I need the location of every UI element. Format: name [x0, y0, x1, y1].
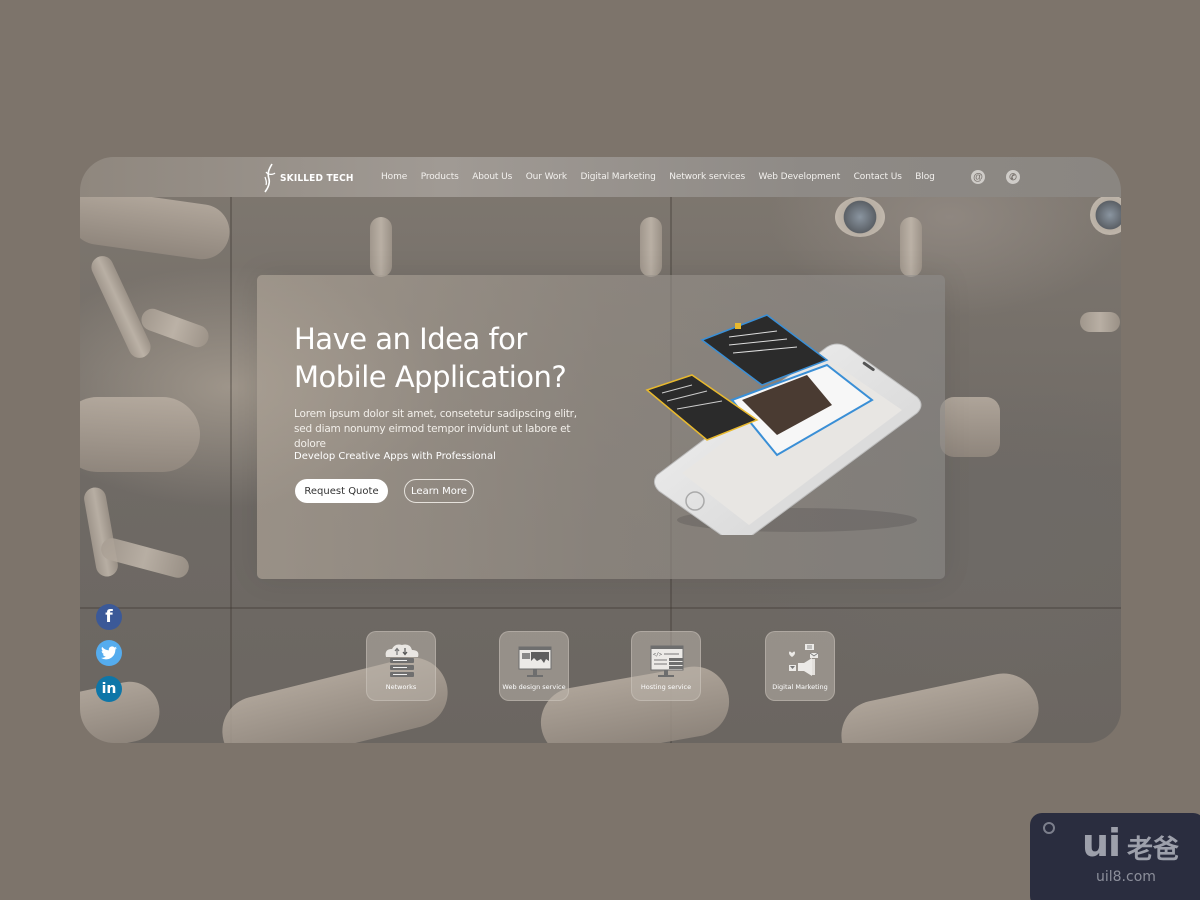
nav-link-blog[interactable]: Blog	[915, 172, 935, 182]
security-camera-bg	[80, 676, 166, 743]
camera-lens-bg	[835, 197, 885, 237]
nav-link-contact-us[interactable]: Contact Us	[854, 172, 902, 182]
logo-mark-icon	[264, 163, 276, 193]
camera-arm-bg	[87, 252, 155, 362]
twitter-button[interactable]	[96, 640, 122, 666]
service-label: Digital Marketing	[772, 683, 828, 691]
service-tile-networks[interactable]: Networks	[366, 631, 436, 701]
watermark-cn-text: 老爸	[1127, 834, 1180, 864]
brand-name: SKILLED TECH	[280, 172, 354, 184]
camera-arm-bg	[82, 485, 120, 579]
camera-arm-bg	[640, 217, 662, 277]
security-camera-bg	[940, 397, 1000, 457]
notification-badge	[735, 323, 741, 329]
nav-link-our-work[interactable]: Our Work	[526, 172, 567, 182]
learn-more-button[interactable]: Learn More	[404, 479, 474, 503]
service-tile-digital-marketing[interactable]: Digital Marketing	[765, 631, 835, 701]
camera-arm-bg	[1080, 312, 1120, 332]
nav-links: Home Products About Us Our Work Digital …	[381, 172, 948, 182]
top-navbar: SKILLED TECH Home Products About Us Our …	[80, 157, 1121, 197]
camera-lens-bg	[1090, 195, 1121, 235]
hero-title-line2: Mobile Application?	[294, 360, 567, 394]
watermark-url: uil8.com	[1096, 869, 1156, 885]
wall-seam	[80, 607, 1121, 609]
security-camera-bg	[80, 186, 234, 263]
wall-seam	[230, 197, 232, 743]
email-at-icon[interactable]: @	[971, 170, 985, 184]
security-camera-bg	[834, 666, 1046, 743]
nav-link-network-services[interactable]: Network services	[669, 172, 745, 182]
cloud-server-icon	[385, 644, 419, 677]
web-design-monitor-icon	[518, 646, 552, 677]
phone-icon[interactable]: ✆	[1006, 170, 1020, 184]
security-camera-bg	[80, 397, 200, 472]
hero-subtitle: Develop Creative Apps with Professional	[294, 451, 496, 462]
camera-arm-bg	[900, 217, 922, 277]
facebook-button[interactable]: f	[96, 604, 122, 630]
brand-logo[interactable]: SKILLED TECH	[263, 163, 362, 193]
service-tile-hosting[interactable]: </> Hosting service	[631, 631, 701, 701]
watermark-badge: ui 老爸 uil8.com	[1030, 813, 1200, 900]
service-label: Networks	[385, 683, 417, 691]
nav-link-web-development[interactable]: Web Development	[759, 172, 841, 182]
hero-title-line1: Have an Idea for	[294, 322, 527, 356]
facebook-icon: f	[105, 607, 113, 627]
website-mockup-frame: SKILLED TECH Home Products About Us Our …	[80, 157, 1121, 743]
watermark-logo: ui	[1082, 821, 1121, 865]
hero-card: Have an Idea for Mobile Application? Lor…	[257, 275, 945, 579]
service-tile-web-design[interactable]: Web design service	[499, 631, 569, 701]
nav-link-about-us[interactable]: About Us	[472, 172, 512, 182]
hero-title: Have an Idea for Mobile Application?	[294, 320, 567, 396]
linkedin-button[interactable]: in	[96, 676, 122, 702]
svg-text:</>: </>	[653, 652, 662, 658]
megaphone-icon	[789, 644, 819, 676]
camera-arm-bg	[370, 217, 392, 277]
nav-link-digital-marketing[interactable]: Digital Marketing	[581, 172, 656, 182]
hero-description: Lorem ipsum dolor sit amet, consetetur s…	[294, 408, 577, 450]
linkedin-icon: in	[101, 681, 117, 697]
watermark-hole-icon	[1043, 822, 1055, 834]
nav-link-home[interactable]: Home	[381, 172, 407, 182]
request-quote-button[interactable]: Request Quote	[295, 479, 388, 503]
twitter-icon	[101, 646, 117, 660]
nav-link-products[interactable]: Products	[421, 172, 459, 182]
hosting-code-icon: </>	[650, 645, 684, 677]
service-label: Web design service	[502, 683, 566, 691]
phone-mockup-illustration	[645, 314, 922, 535]
service-label: Hosting service	[640, 683, 692, 691]
